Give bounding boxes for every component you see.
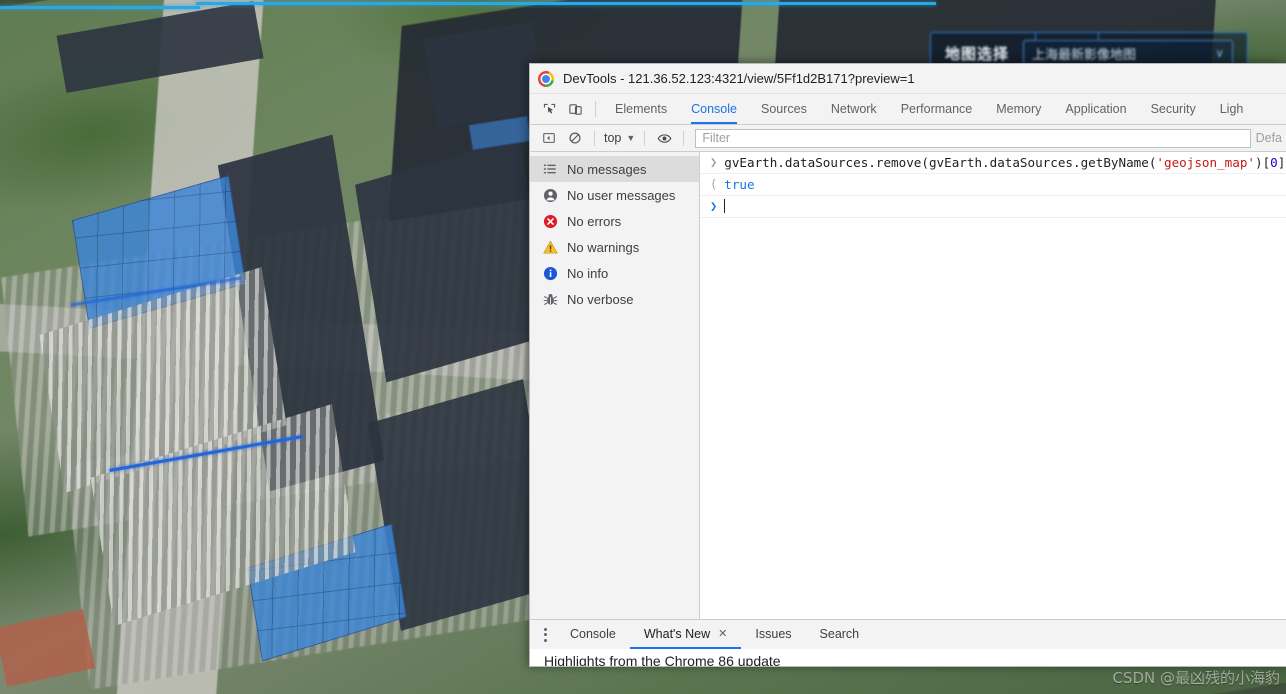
- console-result-row: ⟨ true: [700, 174, 1286, 196]
- sidebar-item-warnings[interactable]: No warnings: [530, 234, 699, 260]
- drawer-tab-bar[interactable]: Console What's New ✕ Issues Search: [530, 620, 1286, 649]
- console-toolbar[interactable]: top ▼ Defa: [530, 125, 1286, 152]
- result-arrow-icon: ⟨: [710, 177, 718, 191]
- js-context-selector[interactable]: top ▼: [601, 131, 638, 145]
- sidebar-item-errors[interactable]: No errors: [530, 208, 699, 234]
- close-icon[interactable]: ✕: [718, 620, 727, 649]
- devtools-drawer[interactable]: Console What's New ✕ Issues Search Highl…: [530, 619, 1286, 666]
- devtools-window-title: DevTools - 121.36.52.123:4321/view/5Ff1d…: [563, 71, 915, 86]
- map-selection-value: 上海最新影像地图: [1032, 46, 1137, 62]
- console-result-value: true: [724, 177, 755, 192]
- error-icon: [542, 213, 558, 229]
- chevron-down-icon: ∨: [1215, 46, 1224, 60]
- chrome-logo-icon: [538, 70, 554, 87]
- sidebar-item-user-messages[interactable]: No user messages: [530, 182, 699, 208]
- console-prompt-row[interactable]: ❯: [700, 196, 1286, 218]
- sidebar-label: No warnings: [567, 239, 640, 255]
- devtools-window[interactable]: DevTools - 121.36.52.123:4321/view/5Ff1d…: [529, 63, 1286, 667]
- tab-lighthouse[interactable]: Ligh: [1208, 94, 1256, 124]
- sidebar-item-messages[interactable]: No messages: [530, 156, 699, 182]
- drawer-tab-label: Search: [819, 627, 860, 641]
- drawer-tab-label: What's New: [643, 627, 711, 641]
- console-panel-body: No messages No user messages No errors N…: [530, 152, 1286, 619]
- map-building-roof: [423, 21, 547, 129]
- info-icon: [542, 265, 558, 281]
- code-token: ]): [1277, 155, 1286, 170]
- sidebar-label: No errors: [567, 213, 622, 229]
- tab-sources[interactable]: Sources: [749, 94, 819, 124]
- tab-performance[interactable]: Performance: [889, 94, 985, 124]
- warning-icon: [542, 239, 558, 255]
- tab-elements[interactable]: Elements: [603, 94, 679, 124]
- tab-security[interactable]: Security: [1139, 94, 1208, 124]
- geojson-outline: [0, 6, 200, 9]
- console-sidebar-icon[interactable]: [536, 127, 562, 149]
- devtools-panel-tabs[interactable]: Elements Console Sources Network Perform…: [530, 94, 1286, 125]
- code-token-number: 0: [1270, 155, 1278, 170]
- drawer-tab-label: Console: [570, 627, 616, 641]
- inspect-element-icon[interactable]: [536, 97, 562, 121]
- console-prompt-input[interactable]: [724, 197, 726, 216]
- panel-notch: [1035, 33, 1099, 41]
- chevron-down-icon: ▼: [626, 133, 636, 143]
- console-sidebar[interactable]: No messages No user messages No errors N…: [530, 152, 700, 619]
- js-context-label: top: [604, 131, 622, 145]
- tab-memory[interactable]: Memory: [984, 94, 1053, 124]
- sidebar-label: No user messages: [567, 187, 676, 203]
- code-token: gvEarth.dataSources.remove(gvEarth.dataS…: [724, 155, 1157, 170]
- tab-console[interactable]: Console: [679, 94, 749, 124]
- sidebar-label: No verbose: [567, 291, 634, 307]
- drawer-content: Highlights from the Chrome 86 update: [530, 649, 1286, 666]
- text-caret: [724, 199, 726, 213]
- drawer-tab-whats-new[interactable]: What's New ✕: [630, 620, 742, 649]
- toolbar-divider: [644, 130, 646, 146]
- console-filter-input[interactable]: [695, 128, 1251, 148]
- clear-console-icon[interactable]: [562, 127, 588, 149]
- devtools-titlebar[interactable]: DevTools - 121.36.52.123:4321/view/5Ff1d…: [530, 64, 1286, 94]
- device-toolbar-icon[interactable]: [562, 97, 588, 121]
- sidebar-item-verbose[interactable]: No verbose: [530, 286, 699, 312]
- whats-new-heading: Highlights from the Chrome 86 update: [544, 653, 781, 666]
- live-expression-eye-icon[interactable]: [651, 127, 677, 149]
- sidebar-label: No info: [567, 265, 609, 281]
- drawer-tab-label: Issues: [755, 627, 792, 641]
- console-input-row: ❯ gvEarth.dataSources.remove(gvEarth.dat…: [700, 152, 1286, 174]
- toolbar-divider: [595, 101, 596, 117]
- code-token: )[: [1255, 155, 1271, 170]
- console-message-list[interactable]: ❯ gvEarth.dataSources.remove(gvEarth.dat…: [700, 152, 1286, 619]
- bug-icon: [542, 291, 558, 307]
- more-options-icon[interactable]: [534, 624, 556, 646]
- tab-network[interactable]: Network: [819, 94, 889, 124]
- list-icon: [542, 161, 558, 177]
- toolbar-divider: [594, 130, 595, 146]
- tab-application[interactable]: Application: [1053, 94, 1138, 124]
- console-levels-dropdown[interactable]: Defa: [1256, 131, 1286, 145]
- drawer-tab-console[interactable]: Console: [556, 620, 630, 649]
- prompt-arrow-icon: ❯: [710, 199, 718, 213]
- user-icon: [542, 187, 558, 203]
- drawer-tab-issues[interactable]: Issues: [741, 620, 805, 649]
- sidebar-label: No messages: [567, 161, 647, 177]
- geojson-outline: [196, 2, 936, 5]
- drawer-tab-search[interactable]: Search: [806, 620, 874, 649]
- input-arrow-icon: ❯: [710, 155, 718, 169]
- code-token-string: 'geojson_map': [1156, 155, 1255, 170]
- toolbar-divider: [683, 130, 685, 146]
- console-command-text: gvEarth.dataSources.remove(gvEarth.dataS…: [724, 153, 1286, 172]
- map-selection-label: 地图选择: [945, 45, 1010, 63]
- sidebar-item-info[interactable]: No info: [530, 260, 699, 286]
